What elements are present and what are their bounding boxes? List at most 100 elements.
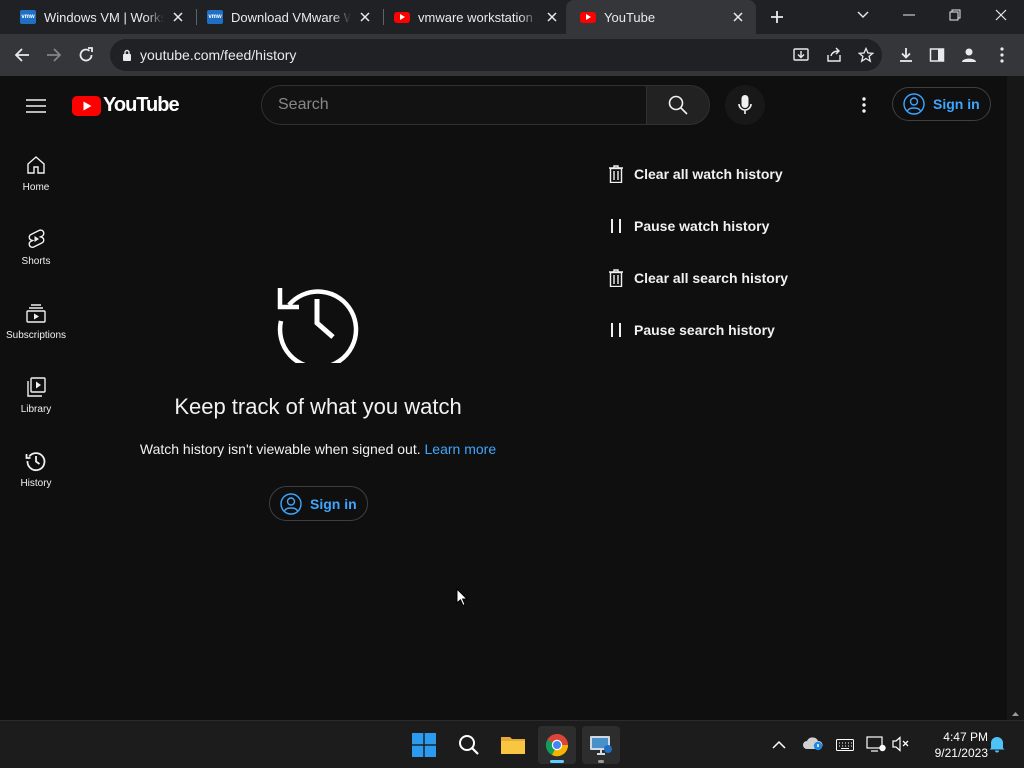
close-tab-icon[interactable] bbox=[544, 9, 560, 25]
header-sign-in-button[interactable]: Sign in bbox=[892, 87, 991, 121]
search-button[interactable] bbox=[646, 85, 710, 125]
library-icon bbox=[25, 376, 47, 398]
action-label: Clear all watch history bbox=[634, 166, 783, 182]
taskbar-search-button[interactable] bbox=[450, 726, 488, 764]
browser-menu-icon[interactable] bbox=[988, 41, 1016, 69]
tab-download-vmware[interactable]: vmw Download VMware Workstation bbox=[187, 0, 383, 34]
sidebar-item-label: Home bbox=[22, 182, 50, 193]
page-scrollbar[interactable] bbox=[1007, 76, 1024, 720]
remote-desktop-taskbar-button[interactable] bbox=[582, 726, 620, 764]
sidebar-item-label: Shorts bbox=[21, 256, 51, 267]
clock-time: 4:47 PM bbox=[943, 730, 988, 744]
vmware-icon: vmw bbox=[20, 9, 36, 25]
trash-icon bbox=[608, 268, 624, 288]
notification-bell-icon[interactable] bbox=[989, 735, 1005, 758]
browser-toolbar: youtube.com/feed/history bbox=[0, 34, 1024, 76]
sidebar-item-label: Library bbox=[20, 404, 52, 415]
sidebar-item-label: Subscriptions bbox=[5, 330, 67, 341]
youtube-icon bbox=[394, 9, 410, 25]
close-window-icon[interactable] bbox=[987, 1, 1015, 29]
profile-icon[interactable] bbox=[955, 41, 983, 69]
search-box[interactable] bbox=[261, 85, 647, 125]
tab-youtube[interactable]: YouTube bbox=[566, 0, 756, 34]
sidebar-item-home[interactable]: Home bbox=[0, 154, 72, 228]
keyboard-icon[interactable] bbox=[836, 738, 854, 756]
start-button[interactable] bbox=[405, 726, 443, 764]
sidebar-item-library[interactable]: Library bbox=[0, 376, 72, 450]
account-circle-icon bbox=[903, 93, 925, 115]
tab-windows-vm[interactable]: vmw Windows VM | Workstation bbox=[0, 0, 196, 34]
shorts-icon bbox=[25, 228, 47, 250]
tab-search-chevron-icon[interactable] bbox=[849, 1, 877, 29]
search-input[interactable] bbox=[278, 96, 646, 114]
empty-state-title: Keep track of what you watch bbox=[174, 394, 462, 419]
tab-vmware-search[interactable]: vmware workstation pro bbox=[374, 0, 570, 34]
windows-logo-icon bbox=[412, 733, 436, 757]
onedrive-icon[interactable] bbox=[802, 735, 824, 756]
history-large-icon bbox=[277, 279, 361, 370]
home-icon bbox=[25, 154, 47, 176]
close-tab-icon[interactable] bbox=[357, 9, 373, 25]
close-tab-icon[interactable] bbox=[170, 9, 186, 25]
side-panel-icon[interactable] bbox=[923, 41, 951, 69]
tab-title: Windows VM | Workstation bbox=[44, 9, 164, 25]
volume-muted-icon[interactable] bbox=[892, 736, 910, 757]
sidebar-item-subscriptions[interactable]: Subscriptions bbox=[0, 302, 72, 376]
search-icon bbox=[668, 95, 688, 115]
action-label: Pause search history bbox=[634, 322, 775, 338]
voice-search-button[interactable] bbox=[725, 85, 765, 125]
clear-search-history-button[interactable]: Clear all search history bbox=[608, 266, 788, 290]
search-icon bbox=[458, 734, 480, 756]
sign-in-label: Sign in bbox=[933, 96, 980, 112]
youtube-logo-icon bbox=[72, 95, 101, 116]
file-explorer-button[interactable] bbox=[494, 726, 532, 764]
url-text: youtube.com/feed/history bbox=[140, 47, 297, 63]
close-tab-icon[interactable] bbox=[730, 9, 746, 25]
mouse-cursor-icon bbox=[456, 587, 469, 612]
restore-icon[interactable] bbox=[941, 1, 969, 29]
settings-more-icon[interactable] bbox=[852, 93, 876, 117]
minimize-icon[interactable] bbox=[895, 1, 923, 29]
learn-more-link[interactable]: Learn more bbox=[425, 441, 497, 457]
empty-state-message: Watch history isn't viewable when signed… bbox=[68, 441, 568, 457]
share-icon[interactable] bbox=[820, 41, 848, 69]
sidebar-item-history[interactable]: History bbox=[0, 450, 72, 524]
youtube-logo-text: YouTube bbox=[103, 94, 180, 116]
tab-title: YouTube bbox=[604, 9, 656, 25]
pause-watch-history-button[interactable]: Pause watch history bbox=[608, 214, 769, 238]
reload-icon[interactable] bbox=[72, 41, 100, 69]
empty-state-text: Watch history isn't viewable when signed… bbox=[139, 441, 421, 457]
system-clock[interactable]: 4:47 PM 9/21/2023 bbox=[918, 729, 988, 761]
lock-icon[interactable] bbox=[122, 49, 132, 61]
chrome-taskbar-button[interactable] bbox=[538, 726, 576, 764]
tab-title: vmware workstation pro bbox=[418, 9, 538, 25]
chrome-icon bbox=[545, 733, 569, 757]
clock-date: 9/21/2023 bbox=[934, 746, 988, 760]
show-hidden-icons-chevron-icon[interactable] bbox=[772, 737, 786, 755]
pause-icon bbox=[608, 320, 624, 340]
vmware-icon: vmw bbox=[207, 9, 223, 25]
sidebar-item-label: History bbox=[20, 478, 52, 489]
youtube-logo[interactable]: YouTube bbox=[72, 94, 180, 117]
bookmark-star-icon[interactable] bbox=[852, 41, 880, 69]
address-bar[interactable]: youtube.com/feed/history bbox=[110, 39, 882, 71]
folder-icon bbox=[500, 734, 526, 756]
sidebar-item-shorts[interactable]: Shorts bbox=[0, 228, 72, 302]
hamburger-menu-icon[interactable] bbox=[22, 94, 50, 118]
install-app-icon[interactable] bbox=[787, 41, 815, 69]
action-label: Clear all search history bbox=[634, 270, 789, 286]
pause-search-history-button[interactable]: Pause search history bbox=[608, 318, 775, 342]
trash-icon bbox=[608, 164, 624, 184]
account-circle-icon bbox=[280, 492, 302, 515]
windows-taskbar: 4:47 PM 9/21/2023 bbox=[0, 720, 1024, 768]
forward-icon[interactable] bbox=[40, 41, 68, 69]
new-tab-icon[interactable] bbox=[763, 3, 791, 31]
action-label: Pause watch history bbox=[634, 218, 770, 234]
clear-watch-history-button[interactable]: Clear all watch history bbox=[608, 162, 783, 186]
microphone-icon bbox=[738, 95, 752, 115]
empty-state-sign-in-button[interactable]: Sign in bbox=[269, 486, 368, 521]
back-icon[interactable] bbox=[8, 41, 36, 69]
network-icon[interactable] bbox=[866, 736, 886, 757]
youtube-icon bbox=[580, 9, 596, 25]
downloads-icon[interactable] bbox=[892, 41, 920, 69]
